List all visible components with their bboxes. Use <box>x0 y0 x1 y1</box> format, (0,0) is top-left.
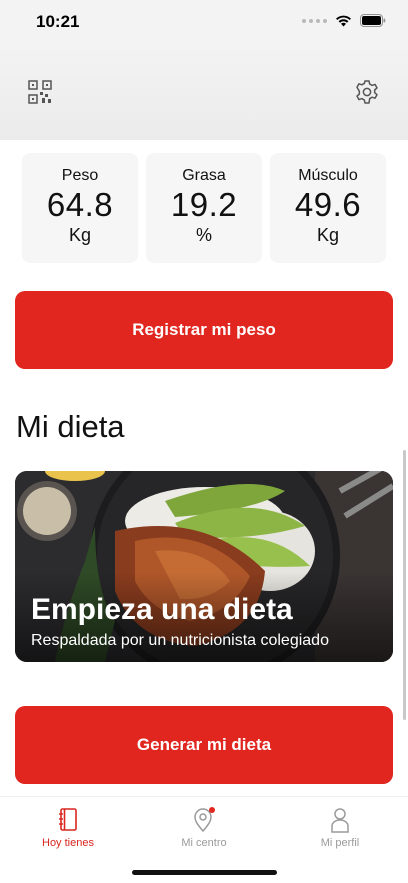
status-icons <box>302 14 386 27</box>
generate-diet-button[interactable]: Generar mi dieta <box>15 706 393 784</box>
person-icon <box>331 808 349 833</box>
notebook-icon <box>59 808 77 831</box>
header <box>0 46 408 140</box>
stat-value: 19.2 <box>170 186 238 223</box>
stat-value: 49.6 <box>294 186 362 223</box>
tab-label: Mi centro <box>181 837 227 849</box>
scrollbar[interactable] <box>403 450 406 720</box>
stat-value: 64.8 <box>46 186 114 223</box>
stat-label: Peso <box>61 167 99 184</box>
register-weight-button[interactable]: Registrar mi peso <box>15 291 393 369</box>
location-pin-icon <box>194 807 215 833</box>
start-diet-card[interactable]: Empieza una dieta Respaldada por un nutr… <box>15 471 393 662</box>
stat-unit: Kg <box>316 225 340 245</box>
diet-card-subtitle: Respaldada por un nutricionista colegiad… <box>31 632 329 649</box>
diet-card-title: Empieza una dieta <box>31 593 293 626</box>
status-time: 10:21 <box>36 12 80 31</box>
stat-card-fat[interactable]: Grasa 19.2 % <box>146 153 262 263</box>
body-stats: Peso 64.8 Kg Grasa 19.2 % Músculo 49.6 K… <box>22 153 386 263</box>
stat-card-muscle[interactable]: Músculo 49.6 Kg <box>270 153 386 263</box>
stat-label: Grasa <box>182 167 226 184</box>
gear-icon[interactable] <box>354 79 380 105</box>
stat-label: Músculo <box>298 167 358 184</box>
stat-unit: % <box>195 225 212 245</box>
tab-label: Mi perfil <box>320 837 360 849</box>
stat-unit: Kg <box>68 225 92 245</box>
tab-mi-centro[interactable]: Mi centro <box>144 807 264 849</box>
tab-label: Hoy tienes <box>42 837 94 849</box>
battery-icon <box>360 14 386 27</box>
notification-badge <box>209 807 215 813</box>
status-bar: 10:21 <box>0 0 408 46</box>
wifi-icon <box>336 15 351 26</box>
qr-code-icon[interactable] <box>28 80 52 104</box>
tab-mi-perfil[interactable]: Mi perfil <box>280 807 400 849</box>
tab-hoy-tienes[interactable]: Hoy tienes <box>8 807 128 849</box>
stat-card-weight[interactable]: Peso 64.8 Kg <box>22 153 138 263</box>
signal-dots-icon <box>302 18 327 23</box>
home-indicator[interactable] <box>132 870 277 875</box>
diet-section-title: Mi dieta <box>16 409 125 444</box>
